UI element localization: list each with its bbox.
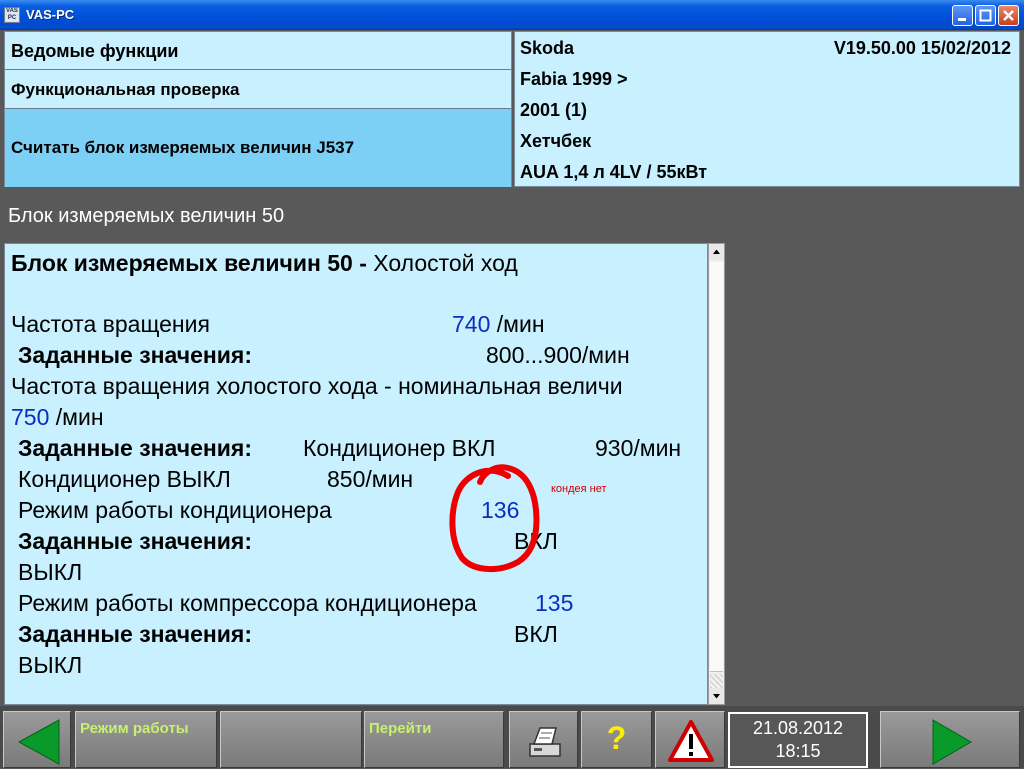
ac-on-target: 930/мин	[595, 435, 682, 461]
rpm-target: 800...900/мин	[486, 342, 630, 368]
compressor-mode-value: 135	[535, 590, 574, 616]
date-time-display: 21.08.2012 18:15	[728, 712, 868, 768]
section-title: Блок измеряемых величин 50	[8, 205, 285, 227]
print-button[interactable]	[509, 711, 578, 768]
scroll-down-button[interactable]	[709, 688, 724, 704]
title-bar[interactable]: VAS PC VAS-PC	[0, 0, 1024, 30]
minimize-icon	[958, 18, 966, 21]
operating-mode-button[interactable]: Режим работы	[75, 711, 217, 768]
ac-mode-label: Режим работы кондиционера	[18, 497, 332, 523]
help-button[interactable]: ?	[581, 711, 652, 768]
set-values-label: Заданные значения:	[18, 621, 252, 647]
bottom-toolbar: Режим работы Перейти ? 21.08.2012 18:15	[0, 706, 1024, 768]
maximize-icon	[979, 9, 992, 22]
arrow-up-icon	[713, 249, 720, 254]
measured-values-panel: Блок измеряемых величин 50 - Холостой хо…	[4, 243, 708, 705]
vehicle-info-panel: Skoda V19.50.00 15/02/2012 Fabia 1999 > …	[514, 31, 1020, 187]
compressor-on-state: ВКЛ	[514, 621, 558, 647]
idle-speed-unit: /мин	[49, 404, 104, 430]
back-button[interactable]	[3, 711, 71, 768]
block-heading: Блок измеряемых величин 50 - Холостой хо…	[11, 250, 518, 277]
vehicle-year: 2001 (1)	[520, 100, 588, 120]
empty-slot-button[interactable]	[220, 711, 362, 768]
idle-speed-reading: 750 /мин	[11, 404, 104, 431]
goto-button[interactable]: Перейти	[364, 711, 504, 768]
current-time: 18:15	[775, 741, 821, 761]
arrow-down-icon	[713, 694, 720, 699]
compressor-off-state: ВЫКЛ	[18, 652, 83, 678]
scroll-up-button[interactable]	[709, 244, 724, 260]
printer-icon	[529, 727, 561, 757]
window-title: VAS-PC	[26, 7, 75, 22]
ac-off-state: ВЫКЛ	[18, 559, 83, 585]
close-icon	[1003, 10, 1014, 21]
compressor-mode-label: Режим работы компрессора кондиционера	[18, 590, 477, 616]
help-icon: ?	[606, 720, 627, 756]
vehicle-model: Fabia 1999 >	[520, 69, 628, 89]
maximize-button[interactable]	[975, 5, 996, 26]
annotation-note: кондея нет	[551, 483, 607, 495]
function-test-row[interactable]: Функциональная проверка	[5, 70, 511, 109]
vehicle-make: Skoda	[520, 38, 575, 58]
set-values-label: Заданные значения:	[18, 342, 252, 368]
warning-icon	[668, 720, 714, 762]
guided-functions-row[interactable]: Ведомые функции	[5, 32, 511, 70]
ac-off-target: 850/мин	[327, 466, 414, 492]
scroll-thumb[interactable]	[710, 262, 723, 672]
arrow-left-icon	[17, 719, 60, 765]
vehicle-engine: AUA 1,4 л 4LV / 55кВт	[520, 162, 708, 182]
vehicle-body: Хетчбек	[520, 131, 592, 151]
vertical-scrollbar[interactable]	[708, 243, 725, 705]
annotation-circle-icon	[449, 464, 540, 573]
idle-speed-label: Частота вращения холостого хода - номина…	[11, 373, 623, 399]
set-values-label: Заданные значения:	[18, 528, 252, 554]
ac-off-label: Кондиционер ВЫКЛ	[18, 466, 231, 492]
goto-label: Перейти	[369, 720, 432, 737]
rpm-value: 740	[452, 311, 491, 337]
block-heading-bold: Блок измеряемых величин 50 -	[11, 250, 367, 276]
forward-button[interactable]	[880, 711, 1020, 768]
block-heading-rest: Холостой ход	[366, 250, 518, 276]
function-path-panel: Ведомые функции Функциональная проверка …	[4, 31, 512, 187]
operating-mode-label: Режим работы	[80, 720, 189, 737]
arrow-right-icon	[932, 719, 972, 765]
read-measured-block-row[interactable]: Считать блок измеряемых величин J537	[5, 109, 511, 187]
close-button[interactable]	[998, 5, 1019, 26]
scroll-track[interactable]	[710, 674, 723, 688]
set-values-label: Заданные значения:	[18, 435, 252, 461]
warning-button[interactable]	[655, 711, 725, 768]
minimize-button[interactable]	[952, 5, 973, 26]
ac-on-label: Кондиционер ВКЛ	[303, 435, 496, 461]
rpm-label: Частота вращения	[11, 311, 210, 337]
rpm-unit: /мин	[490, 311, 545, 337]
current-date: 21.08.2012	[752, 718, 844, 738]
software-version: V19.50.00 15/02/2012	[833, 38, 1011, 58]
rpm-reading: 740 /мин	[452, 311, 545, 338]
vas-pc-app-icon: VAS PC	[4, 7, 20, 23]
idle-speed-value: 750	[11, 404, 50, 430]
vas-pc-window: VAS PC VAS-PC Ведомые функции Функционал…	[0, 0, 1024, 768]
